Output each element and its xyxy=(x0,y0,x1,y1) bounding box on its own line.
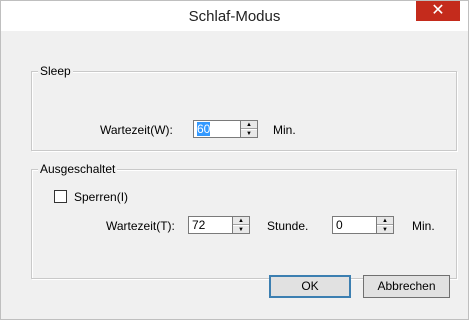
minutes-unit: Min. xyxy=(412,219,435,233)
shutdown-wait-label: Wartezeit(T): xyxy=(106,219,175,233)
spin-up-icon[interactable]: ▲ xyxy=(233,217,249,225)
hours-input[interactable]: 72 xyxy=(188,216,233,234)
spin-down-icon[interactable]: ▼ xyxy=(233,225,249,233)
spin-down-icon[interactable]: ▼ xyxy=(377,225,393,233)
close-icon: ✕ xyxy=(431,2,445,19)
minutes-spinner[interactable]: ▲ ▼ xyxy=(377,216,394,234)
sleep-group-label: Sleep xyxy=(38,64,73,78)
minutes-input[interactable]: 0 xyxy=(332,216,377,234)
ok-button[interactable]: OK xyxy=(269,275,351,298)
shutdown-group-label: Ausgeschaltet xyxy=(38,162,118,176)
dialog-body: Sleep Wartezeit(W): 60 ▲ ▼ Min. Ausgesch… xyxy=(10,31,459,311)
spin-up-icon[interactable]: ▲ xyxy=(377,217,393,225)
minutes-value: 0 xyxy=(336,218,343,232)
sleep-wait-unit: Min. xyxy=(273,123,296,137)
hours-value: 72 xyxy=(192,218,206,232)
sleep-mode-dialog: Schlaf-Modus ✕ Sleep Wartezeit(W): 60 ▲ … xyxy=(0,0,469,320)
lock-checkbox[interactable] xyxy=(54,190,67,203)
lock-label: Sperren(I) xyxy=(74,190,129,204)
sleep-wait-spinner[interactable]: ▲ ▼ xyxy=(241,120,258,138)
close-button[interactable]: ✕ xyxy=(416,1,460,21)
sleep-wait-value: 60 xyxy=(197,122,211,136)
hours-spinner[interactable]: ▲ ▼ xyxy=(233,216,250,234)
spin-up-icon[interactable]: ▲ xyxy=(241,121,257,129)
window-title: Schlaf-Modus xyxy=(188,8,281,25)
title-bar[interactable]: Schlaf-Modus ✕ xyxy=(1,1,468,31)
hours-unit: Stunde. xyxy=(267,219,309,233)
cancel-button[interactable]: Abbrechen xyxy=(363,275,450,298)
sleep-wait-label: Wartezeit(W): xyxy=(100,123,173,137)
spin-down-icon[interactable]: ▼ xyxy=(241,129,257,137)
sleep-group: Sleep xyxy=(31,64,457,151)
sleep-wait-input[interactable]: 60 xyxy=(193,120,241,138)
